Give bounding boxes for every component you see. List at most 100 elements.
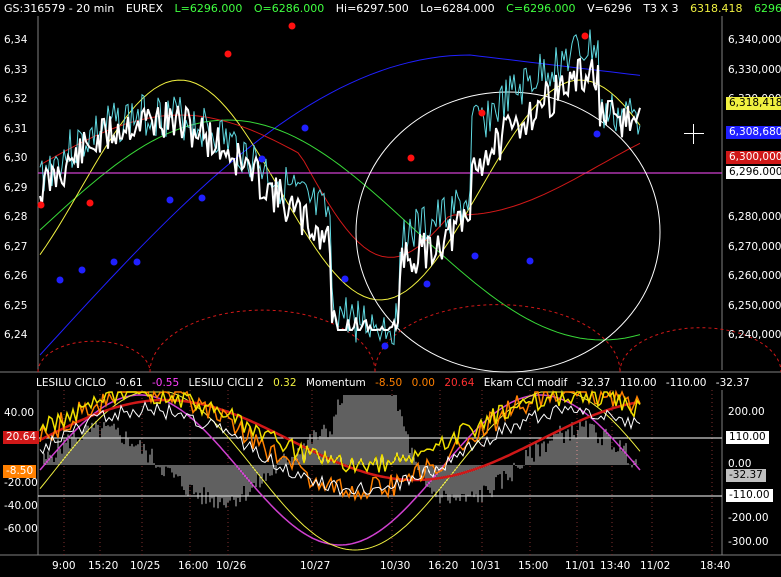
ind1-value: -0.61 <box>115 377 143 389</box>
price-tick-right: 6,270,000 <box>728 240 781 253</box>
price-tick-left: 6,26 <box>4 270 28 282</box>
time-tick: 16:20 <box>428 560 459 572</box>
price-tick-right: 6,240,000 <box>728 329 781 341</box>
pivot-high-dot <box>407 154 415 162</box>
time-tick: 10/25 <box>130 560 161 572</box>
price-tick-right: 6,260,000 <box>728 270 781 282</box>
pivot-low-dot <box>166 196 174 204</box>
price-tick-left: 6,34 <box>4 34 28 46</box>
pivot-high-dot <box>581 32 589 40</box>
pivot-low-dot <box>381 342 389 350</box>
chart-header: GS:316579 - 20 min EUREX L=6296.000 O=62… <box>4 2 781 15</box>
symbol-label: GS:316579 - 20 min <box>4 2 115 15</box>
ind4-value-a: -32.37 <box>576 377 611 389</box>
time-tick: 10/31 <box>470 560 501 572</box>
pivot-high-dot <box>224 50 232 58</box>
time-tick: 18:40 <box>700 560 731 572</box>
cycle-arc <box>37 340 151 373</box>
chart-canvas[interactable] <box>0 0 781 577</box>
time-tick: 9:00 <box>52 560 76 572</box>
pivot-low-dot <box>301 124 309 132</box>
pivot-high-dot <box>478 109 486 117</box>
ind2-value: 0.32 <box>273 377 297 389</box>
high-value: Hi=6297.500 <box>335 2 409 15</box>
volume-value: V=6296 <box>587 2 632 15</box>
pivot-low-dot <box>341 275 349 283</box>
time-tick: 10/30 <box>380 560 411 572</box>
ind3-value-a: -8.50 <box>375 377 403 389</box>
ind-tick-left: -40.00 <box>4 500 38 512</box>
indicator-header: LESILU CICLO -0.61 -0.55 LESILU CICLI 2 … <box>36 377 756 389</box>
ind3-name: Momentum <box>305 377 366 389</box>
ind-tick-right: -300.00 <box>728 536 769 548</box>
ind-tick-left: 40.00 <box>4 407 35 419</box>
price-tick-right: 6,340,000 <box>728 34 781 46</box>
ind-tick-right: -32.37 <box>726 469 766 482</box>
open-value: O=6286.000 <box>253 2 325 15</box>
ind1-name: LESILU CICLO <box>36 377 107 389</box>
crosshair-cursor-icon <box>684 124 704 144</box>
ind-tick-right: -110.00 <box>726 489 773 502</box>
pivot-low-dot <box>423 280 431 288</box>
price-tick-left: 6,33 <box>4 63 28 76</box>
pivot-low-dot <box>526 257 534 265</box>
time-tick: 11/01 <box>565 560 596 572</box>
ind-tick-right: 110.00 <box>726 431 769 444</box>
ind-tick-right: -200.00 <box>728 512 769 524</box>
pivot-low-dot <box>133 258 141 266</box>
time-tick: 10/26 <box>216 560 247 572</box>
time-tick: 16:00 <box>178 560 209 572</box>
ind3-value-c: 20.64 <box>444 377 475 389</box>
price-tick-left: 6,29 <box>4 181 28 194</box>
time-tick: 15:20 <box>88 560 119 572</box>
price-tick-right: 6,280,000 <box>728 211 781 223</box>
ind3-value-b: 0.00 <box>411 377 435 389</box>
red-line-label: 6,300,000 <box>726 151 781 164</box>
t3-param: T3 X 3 <box>643 2 679 15</box>
time-tick: 10/27 <box>300 560 331 572</box>
ind-tick-left: -60.00 <box>4 523 38 535</box>
cycle-circle <box>355 91 661 373</box>
t3-yellow-label: 6,318,418 <box>726 97 781 110</box>
price-pane[interactable] <box>0 16 781 373</box>
time-tick: 13:40 <box>600 560 631 572</box>
time-tick: 11/02 <box>640 560 671 572</box>
ind-tick-left: -20.00 <box>4 477 38 489</box>
ind4-value-d: -32.37 <box>715 377 750 389</box>
last-price-label: 6,296.000 <box>726 166 781 179</box>
price-tick-right: 6,250,000 <box>728 299 781 312</box>
ind4-value-b: 110.00 <box>619 377 657 389</box>
ind-tick-right: 200.00 <box>728 406 765 418</box>
time-tick: 15:00 <box>518 560 549 572</box>
cycle-arc <box>149 309 376 373</box>
ind1-value-2: -0.55 <box>151 377 180 389</box>
price-tick-left: 6,28 <box>4 211 28 223</box>
price-tick-right: 6,330,000 <box>728 63 781 76</box>
last-value: L=6296.000 <box>174 2 243 15</box>
t3-value-b: 6296.879 <box>754 2 781 15</box>
ind4-name: Ekam CCI modif <box>483 377 568 389</box>
close-value: C=6296.000 <box>506 2 576 15</box>
pivot-high-dot <box>86 199 94 207</box>
pivot-low-dot <box>78 266 86 274</box>
price-tick-left: 6,32 <box>4 93 28 105</box>
price-tick-left: 6,30 <box>4 152 28 164</box>
price-tick-left: 6,31 <box>4 122 28 135</box>
pivot-low-dot <box>198 194 206 202</box>
price-white-line <box>39 57 641 334</box>
pivot-low-dot <box>471 252 479 260</box>
price-tick-left: 6,25 <box>4 299 28 312</box>
price-tick-left: 6,27 <box>4 240 28 253</box>
low-value: Lo=6284.000 <box>420 2 495 15</box>
pivot-high-dot <box>37 201 45 209</box>
pivot-low-dot <box>258 155 266 163</box>
pivot-low-dot <box>56 276 64 284</box>
indicator-pane[interactable] <box>0 389 781 556</box>
pivot-low-dot <box>110 258 118 266</box>
price-cyan-line <box>39 29 641 346</box>
pivot-low-dot <box>593 130 601 138</box>
t3-value-a: 6318.418 <box>690 2 743 15</box>
price-tick-left: 6,24 <box>4 329 28 341</box>
ind-tick-left: 20.64 <box>3 431 40 444</box>
ind2-name: LESILU CICLI 2 <box>188 377 264 389</box>
